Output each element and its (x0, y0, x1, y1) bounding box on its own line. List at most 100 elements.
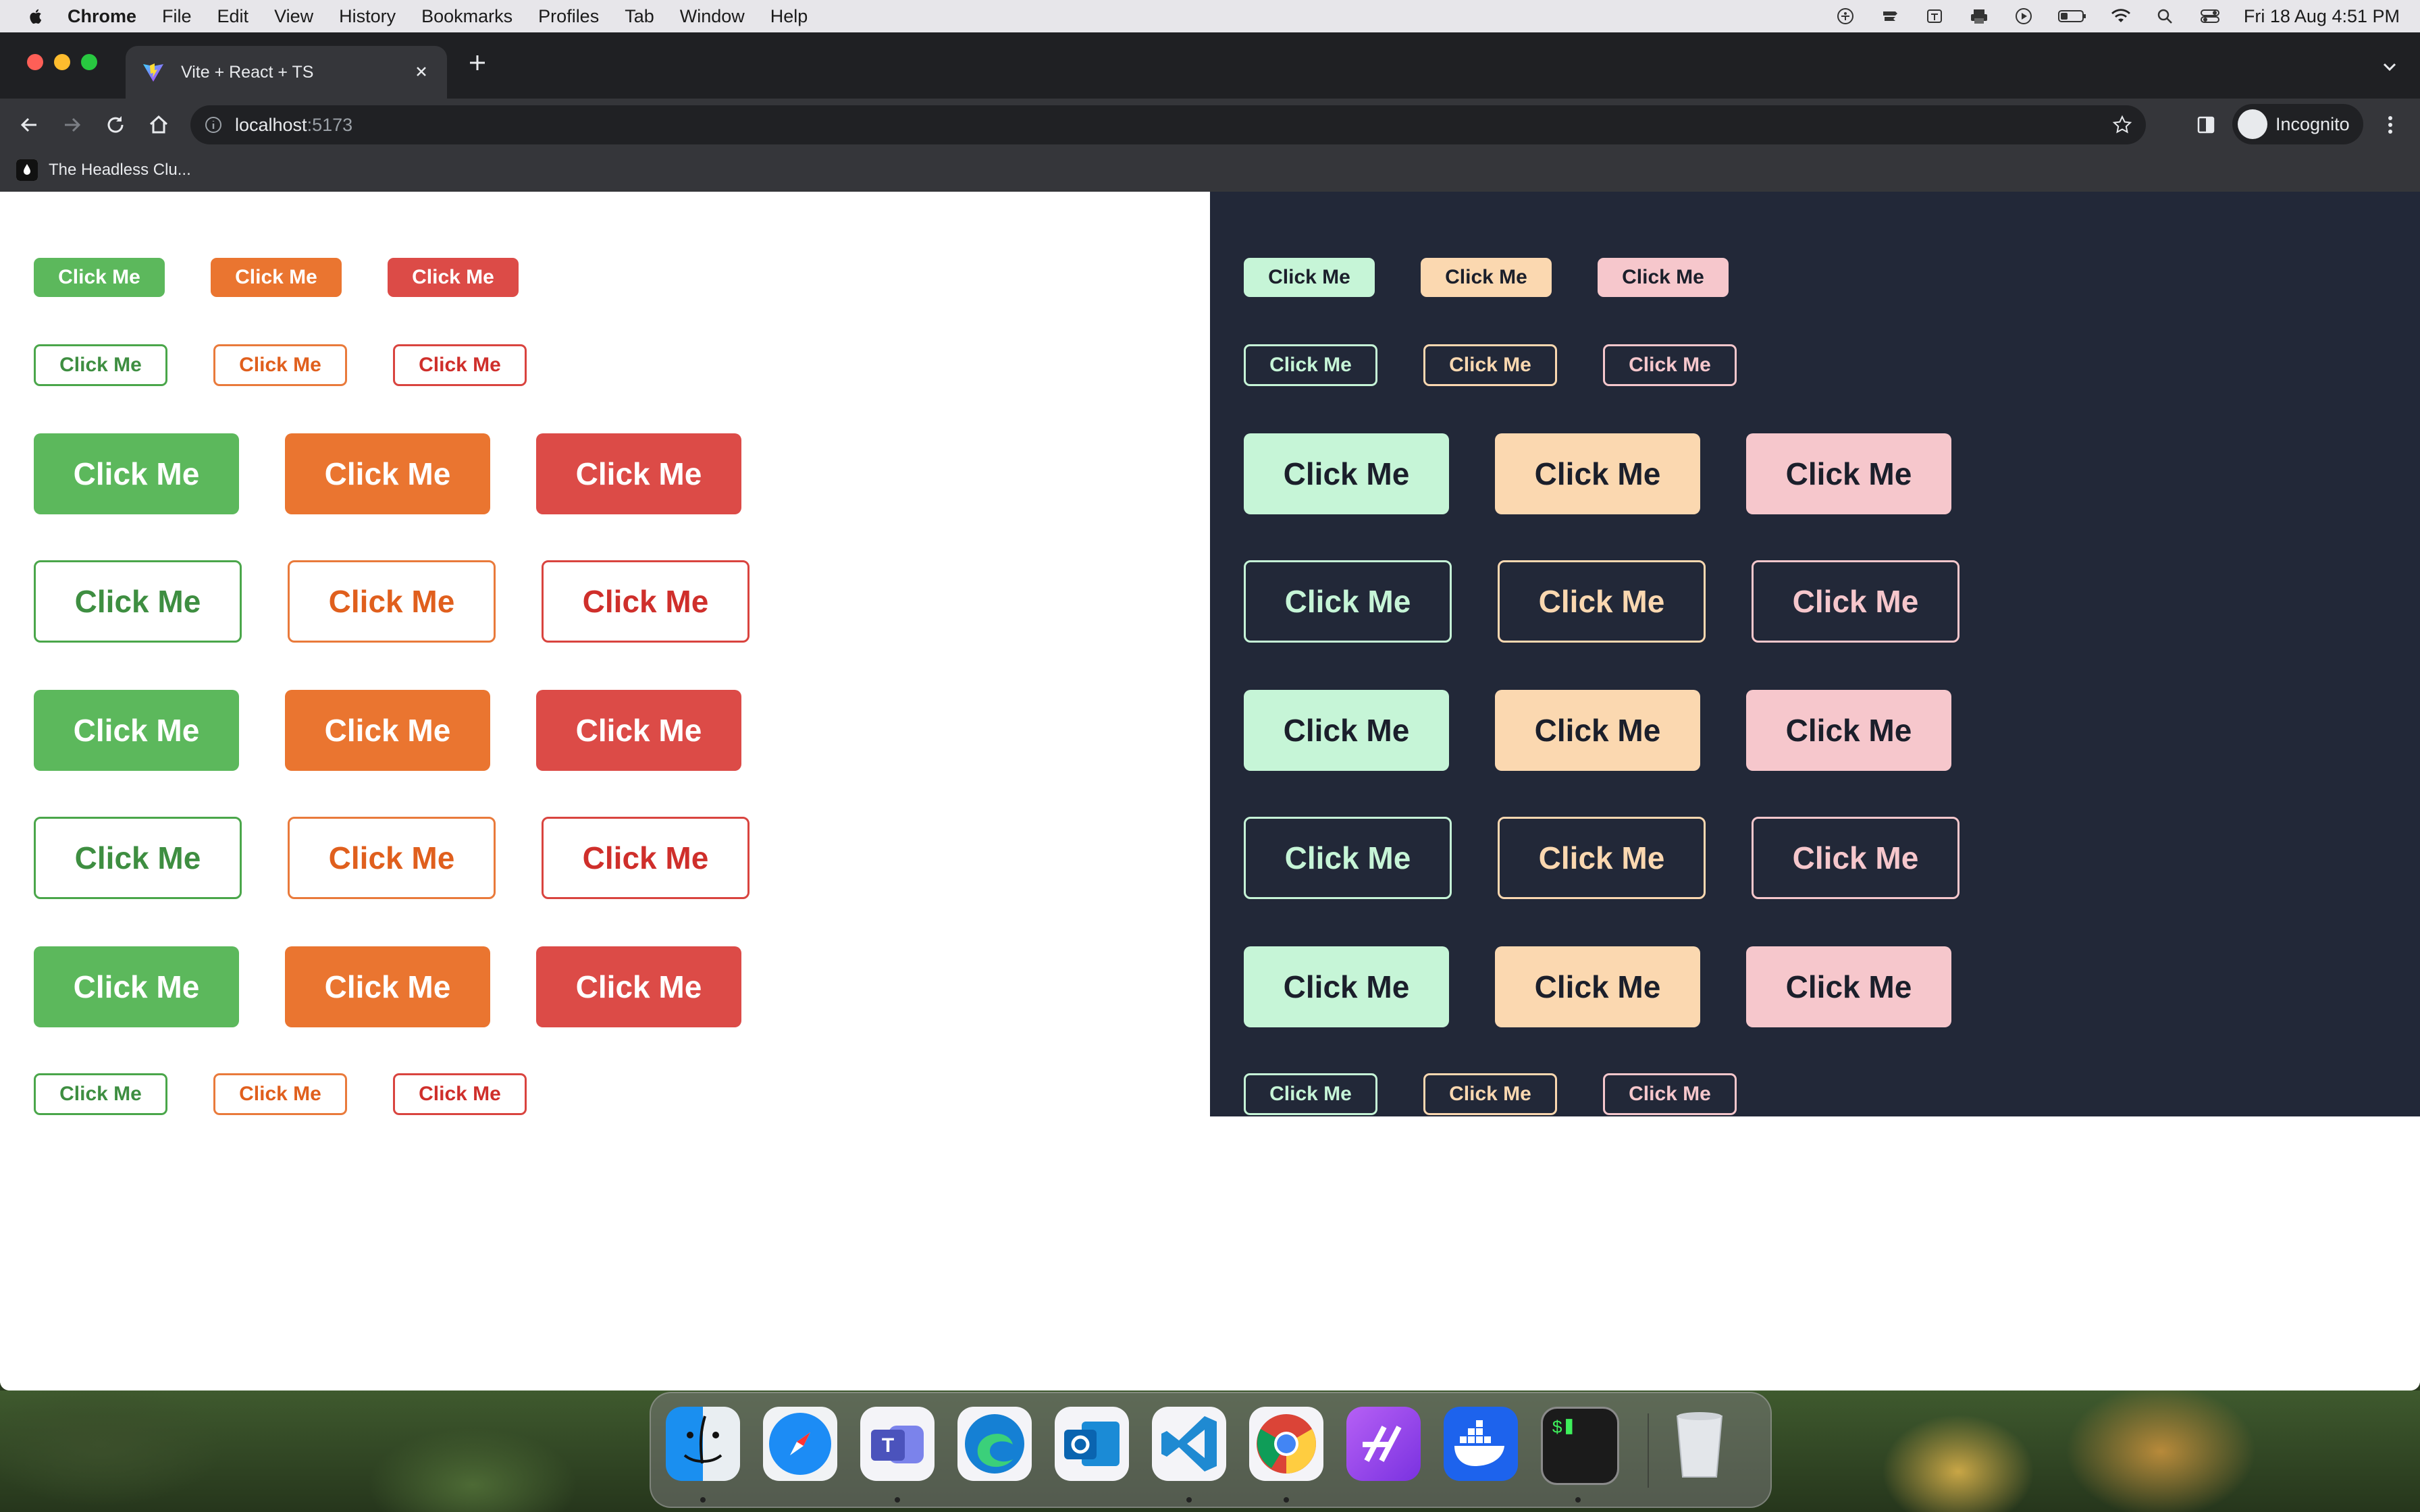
dark-outline-orange-large-button[interactable]: Click Me (1498, 817, 1706, 899)
menu-view[interactable]: View (274, 6, 313, 27)
light-outline-red-large-button[interactable]: Click Me (542, 817, 749, 899)
dark-solid-red-large-button[interactable]: Click Me (1746, 946, 1951, 1027)
dark-outline-green-button[interactable]: Click Me (1244, 1073, 1377, 1115)
reload-icon[interactable] (104, 113, 127, 136)
light-solid-red-button[interactable]: Click Me (388, 258, 519, 297)
side-panel-icon[interactable] (2196, 115, 2216, 135)
teams-status-icon[interactable] (1924, 7, 1945, 25)
dark-outline-red-large-button[interactable]: Click Me (1752, 560, 1959, 643)
light-outline-red-button[interactable]: Click Me (393, 344, 527, 386)
close-tab-icon[interactable] (411, 61, 432, 82)
light-outline-orange-large-button[interactable]: Click Me (288, 817, 496, 899)
light-solid-red-large-button[interactable]: Click Me (536, 946, 741, 1027)
battery-icon[interactable] (2057, 7, 2087, 25)
maximize-window-icon[interactable] (81, 54, 97, 70)
outlook-icon[interactable] (1055, 1407, 1129, 1481)
dark-solid-orange-large-button[interactable]: Click Me (1495, 946, 1700, 1027)
tab-search-icon[interactable] (2379, 57, 2400, 77)
address-bar[interactable]: localhost:5173 (190, 105, 2146, 144)
dark-outline-orange-button[interactable]: Click Me (1423, 1073, 1557, 1115)
dark-solid-red-large-button[interactable]: Click Me (1746, 690, 1951, 771)
dark-outline-green-large-button[interactable]: Click Me (1244, 560, 1452, 643)
dark-solid-red-large-button[interactable]: Click Me (1746, 433, 1951, 514)
light-solid-red-large-button[interactable]: Click Me (536, 690, 741, 771)
new-tab-icon[interactable] (466, 51, 489, 74)
incognito-icon (2238, 109, 2267, 139)
light-solid-green-large-button[interactable]: Click Me (34, 946, 239, 1027)
close-window-icon[interactable] (27, 54, 43, 70)
light-outline-green-large-button[interactable]: Click Me (34, 817, 242, 899)
light-outline-green-button[interactable]: Click Me (34, 344, 167, 386)
light-solid-green-large-button[interactable]: Click Me (34, 433, 239, 514)
minimize-window-icon[interactable] (54, 54, 70, 70)
printer-icon[interactable] (1968, 7, 1990, 25)
light-solid-orange-button[interactable]: Click Me (211, 258, 342, 297)
finder-icon[interactable] (666, 1407, 740, 1481)
page-content: Click Me Click Me Click Me Click Me Clic… (0, 192, 2420, 1390)
light-solid-green-large-button[interactable]: Click Me (34, 690, 239, 771)
control-center-icon[interactable] (2199, 7, 2221, 25)
wifi-icon[interactable] (2110, 7, 2132, 25)
dark-outline-green-large-button[interactable]: Click Me (1244, 817, 1452, 899)
play-icon[interactable] (2013, 7, 2034, 25)
menu-tab[interactable]: Tab (625, 6, 654, 27)
dark-solid-green-large-button[interactable]: Click Me (1244, 433, 1449, 514)
incognito-profile-button[interactable]: Incognito (2232, 104, 2363, 144)
site-info-icon[interactable] (204, 115, 223, 134)
dark-solid-green-large-button[interactable]: Click Me (1244, 946, 1449, 1027)
menu-history[interactable]: History (339, 6, 396, 27)
light-outline-green-button[interactable]: Click Me (34, 1073, 167, 1115)
menu-file[interactable]: File (162, 6, 192, 27)
trash-icon[interactable] (1662, 1407, 1737, 1481)
apple-icon[interactable] (28, 8, 42, 24)
dark-outline-red-button[interactable]: Click Me (1603, 344, 1737, 386)
bookmark-star-icon[interactable] (2112, 115, 2132, 135)
light-solid-orange-large-button[interactable]: Click Me (285, 946, 490, 1027)
menu-bookmarks[interactable]: Bookmarks (421, 6, 512, 27)
dark-solid-orange-large-button[interactable]: Click Me (1495, 433, 1700, 514)
dark-outline-green-button[interactable]: Click Me (1244, 344, 1377, 386)
dark-outline-red-large-button[interactable]: Click Me (1752, 817, 1959, 899)
dark-outline-orange-button[interactable]: Click Me (1423, 344, 1557, 386)
signpost-icon[interactable] (1879, 7, 1901, 25)
vscode-icon[interactable] (1152, 1407, 1226, 1481)
light-outline-red-button[interactable]: Click Me (393, 1073, 527, 1115)
menu-clock[interactable]: Fri 18 Aug 4:51 PM (2244, 6, 2400, 27)
more-menu-icon[interactable] (2384, 113, 2397, 136)
bookmark-item[interactable]: The Headless Clu... (16, 159, 191, 181)
accessibility-icon[interactable] (1835, 7, 1856, 25)
dark-solid-orange-button[interactable]: Click Me (1421, 258, 1552, 297)
light-solid-orange-large-button[interactable]: Click Me (285, 690, 490, 771)
dark-solid-green-large-button[interactable]: Click Me (1244, 690, 1449, 771)
menu-edit[interactable]: Edit (217, 6, 249, 27)
light-solid-orange-large-button[interactable]: Click Me (285, 433, 490, 514)
light-outline-orange-button[interactable]: Click Me (213, 344, 347, 386)
menu-window[interactable]: Window (680, 6, 745, 27)
teams-icon[interactable]: T (860, 1407, 935, 1481)
light-solid-red-large-button[interactable]: Click Me (536, 433, 741, 514)
light-outline-orange-large-button[interactable]: Click Me (288, 560, 496, 643)
spotlight-search-icon[interactable] (2155, 7, 2176, 25)
chrome-icon[interactable] (1249, 1407, 1323, 1481)
dark-outline-red-button[interactable]: Click Me (1603, 1073, 1737, 1115)
dark-solid-orange-large-button[interactable]: Click Me (1495, 690, 1700, 771)
home-icon[interactable] (147, 113, 170, 136)
back-icon[interactable] (18, 113, 41, 136)
menu-app-name[interactable]: Chrome (68, 6, 136, 27)
dark-outline-orange-large-button[interactable]: Click Me (1498, 560, 1706, 643)
menu-profiles[interactable]: Profiles (538, 6, 599, 27)
terminal-icon[interactable]: $ (1541, 1407, 1619, 1485)
safari-icon[interactable] (763, 1407, 837, 1481)
edge-icon[interactable] (957, 1407, 1032, 1481)
dark-solid-green-button[interactable]: Click Me (1244, 258, 1375, 297)
light-outline-orange-button[interactable]: Click Me (213, 1073, 347, 1115)
light-solid-green-button[interactable]: Click Me (34, 258, 165, 297)
docker-icon[interactable] (1444, 1407, 1518, 1481)
light-outline-red-large-button[interactable]: Click Me (542, 560, 749, 643)
forward-icon[interactable] (61, 113, 84, 136)
postman-icon[interactable] (1346, 1407, 1421, 1481)
dark-solid-red-button[interactable]: Click Me (1598, 258, 1729, 297)
light-outline-green-large-button[interactable]: Click Me (34, 560, 242, 643)
tab-vite-react[interactable]: Vite + React + TS (126, 46, 447, 99)
menu-help[interactable]: Help (770, 6, 808, 27)
